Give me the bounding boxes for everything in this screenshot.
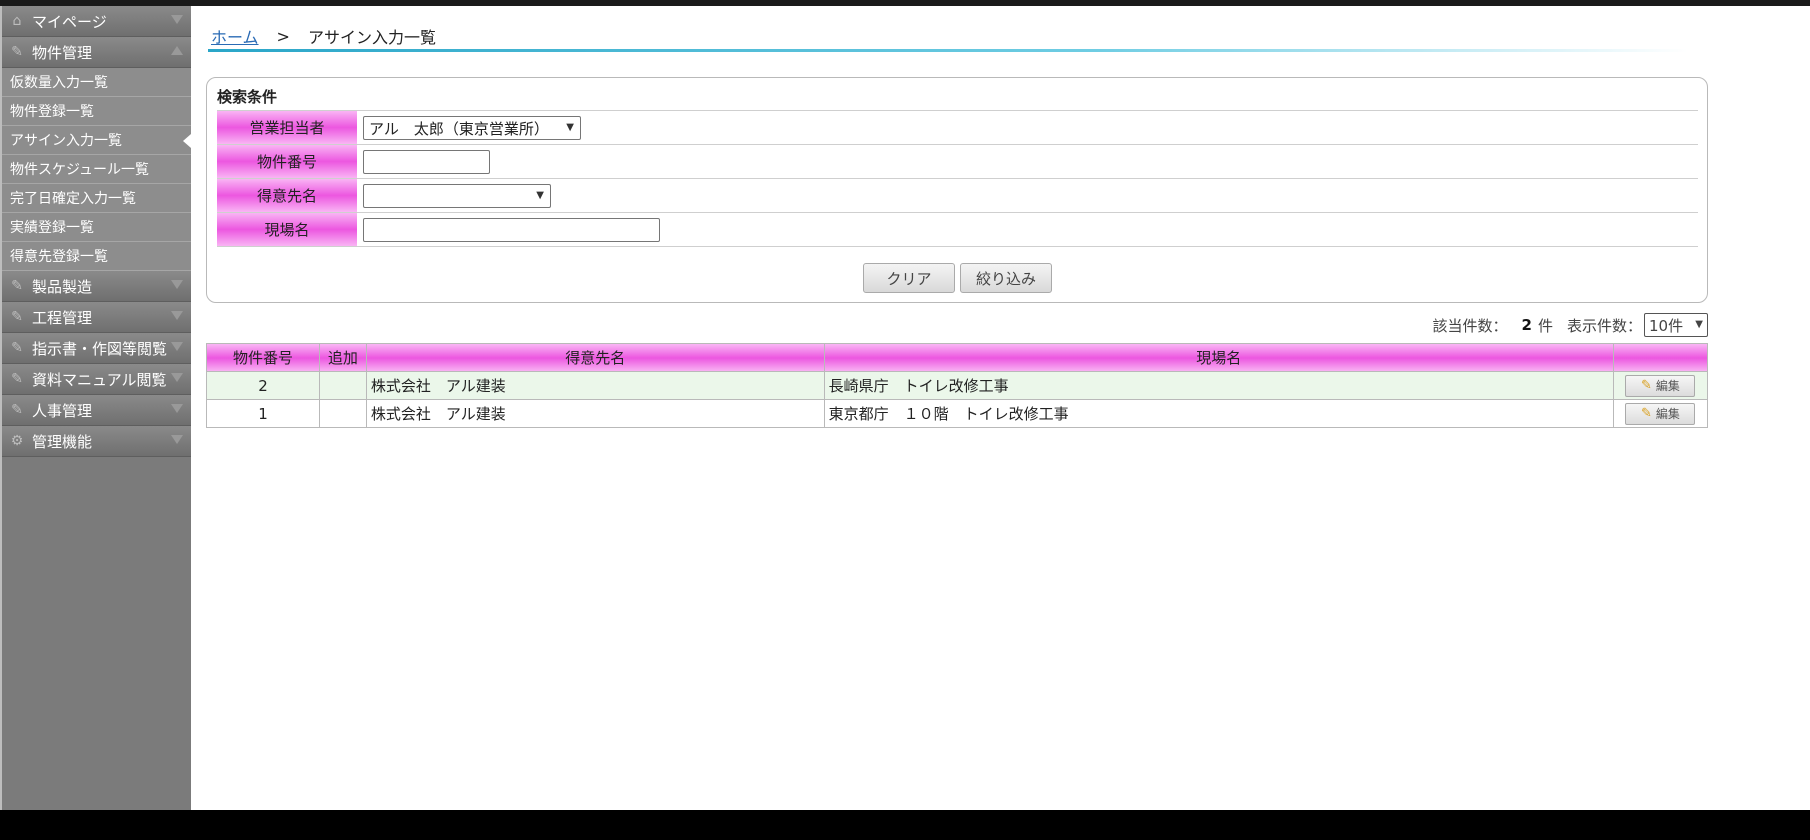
pencil-icon: ✎ xyxy=(11,278,23,294)
search-row-customer: 得意先名 ▼ xyxy=(217,178,1698,212)
sidebar-item-kotei[interactable]: ✎ 工程管理 xyxy=(2,302,191,333)
chevron-down-icon: ▼ xyxy=(566,122,574,133)
customer-select[interactable]: ▼ xyxy=(363,184,551,208)
sidebar: ⌂ マイページ ✎ 物件管理 仮数量入力一覧 物件登録一覧 アサイン入力一覧 物… xyxy=(0,6,191,810)
chevron-down-icon xyxy=(171,280,183,289)
sidebar-item-label: 物件管理 xyxy=(32,43,93,62)
sidebar-item-kanri[interactable]: ⚙ 管理機能 xyxy=(2,426,191,457)
cell-add xyxy=(318,399,367,428)
count-unit: 件 xyxy=(1537,316,1553,335)
number-label: 物件番号 xyxy=(217,145,357,178)
pencil-icon: ✎ xyxy=(11,371,23,387)
clear-button[interactable]: クリア xyxy=(863,263,955,293)
sales-label: 営業担当者 xyxy=(217,111,357,144)
cell-site: 東京都庁 １０階 トイレ改修工事 xyxy=(823,399,1614,428)
header-edit xyxy=(1612,343,1709,372)
chevron-down-icon: ▼ xyxy=(536,190,544,201)
filter-button[interactable]: 絞り込み xyxy=(960,263,1052,293)
sidebar-subitem-bukken-toroku[interactable]: 物件登録一覧 xyxy=(2,97,191,126)
chevron-down-icon xyxy=(171,404,183,413)
breadcrumb-underline xyxy=(208,49,1688,52)
search-row-number: 物件番号 xyxy=(217,144,1698,178)
breadcrumb-separator: > xyxy=(276,26,290,46)
sales-select-value: アル 太郎（東京営業所） xyxy=(369,119,549,138)
cell-number: 2 xyxy=(206,371,320,400)
cell-customer: 株式会社 アル建装 xyxy=(365,399,825,428)
table-row[interactable]: 2 株式会社 アル建装 長崎県庁 トイレ改修工事 ✎ 編集 xyxy=(206,371,1709,400)
sidebar-item-label: 指示書・作図等閲覧 xyxy=(32,339,168,358)
display-label: 表示件数： xyxy=(1566,316,1642,335)
sidebar-subitem-kanryo[interactable]: 完了日確定入力一覧 xyxy=(2,184,191,213)
chevron-down-icon xyxy=(171,311,183,320)
header-customer: 得意先名 xyxy=(365,343,825,372)
pencil-icon: ✎ xyxy=(1641,378,1652,393)
breadcrumb-current: アサイン入力一覧 xyxy=(307,28,436,47)
chevron-down-icon xyxy=(171,435,183,444)
display-count-value: 10件 xyxy=(1649,316,1684,335)
edit-button[interactable]: ✎ 編集 xyxy=(1625,374,1696,397)
sidebar-item-label: 工程管理 xyxy=(32,308,93,327)
edit-button[interactable]: ✎ 編集 xyxy=(1625,402,1696,425)
number-input[interactable] xyxy=(363,150,490,174)
sidebar-item-mypage[interactable]: ⌂ マイページ xyxy=(2,6,191,37)
sidebar-item-label: 資料マニュアル閲覧 xyxy=(32,370,167,389)
sidebar-item-label: マイページ xyxy=(32,12,107,31)
sidebar-item-jinji[interactable]: ✎ 人事管理 xyxy=(2,395,191,426)
count-value: 2 xyxy=(1521,316,1532,334)
display-count-select[interactable]: 10件 ▼ xyxy=(1644,313,1708,337)
site-input[interactable] xyxy=(363,218,660,242)
cell-edit: ✎ 編集 xyxy=(1612,399,1709,428)
results-table: 物件番号 追加 得意先名 現場名 2 株式会社 アル建装 長崎県庁 トイレ改修工… xyxy=(206,343,1709,428)
site-label: 現場名 xyxy=(217,213,357,246)
cell-customer: 株式会社 アル建装 xyxy=(365,371,825,400)
sidebar-subitem-schedule[interactable]: 物件スケジュール一覧 xyxy=(2,155,191,184)
chevron-down-icon xyxy=(171,15,183,24)
sidebar-item-shiryo[interactable]: ✎ 資料マニュアル閲覧 xyxy=(2,364,191,395)
top-bar xyxy=(0,0,1810,6)
cell-number: 1 xyxy=(206,399,320,428)
pencil-icon: ✎ xyxy=(1641,406,1652,421)
edit-label: 編集 xyxy=(1655,407,1680,421)
table-row[interactable]: 1 株式会社 アル建装 東京都庁 １０階 トイレ改修工事 ✎ 編集 xyxy=(206,399,1709,428)
header-number: 物件番号 xyxy=(206,343,320,372)
customer-label: 得意先名 xyxy=(217,179,357,212)
chevron-down-icon xyxy=(171,373,183,382)
result-count-area: 該当件数： 2 件 表示件数： 10件 ▼ xyxy=(1433,313,1708,337)
sidebar-subitem-tokuisaki[interactable]: 得意先登録一覧 xyxy=(2,242,191,271)
edit-label: 編集 xyxy=(1655,379,1680,393)
breadcrumb: ホーム > アサイン入力一覧 xyxy=(211,24,436,48)
sidebar-item-label: 人事管理 xyxy=(32,401,93,420)
sidebar-item-shijisho[interactable]: ✎ 指示書・作図等閲覧 xyxy=(2,333,191,364)
sales-select[interactable]: アル 太郎（東京営業所） ▼ xyxy=(363,116,581,140)
sidebar-item-label: 製品製造 xyxy=(32,277,93,296)
search-panel: 検索条件 営業担当者 アル 太郎（東京営業所） ▼ 物件番号 得意先名 ▼ 現場… xyxy=(206,77,1708,303)
home-icon: ⌂ xyxy=(12,13,22,29)
cell-add xyxy=(318,371,367,400)
sidebar-item-bukken[interactable]: ✎ 物件管理 xyxy=(2,37,191,68)
breadcrumb-home-link[interactable]: ホーム xyxy=(211,24,259,48)
pencil-icon: ✎ xyxy=(11,309,23,325)
count-label: 該当件数： xyxy=(1432,316,1508,335)
pencil-icon: ✎ xyxy=(11,44,23,60)
header-add: 追加 xyxy=(318,343,367,372)
sidebar-subitem-jisseki[interactable]: 実績登録一覧 xyxy=(2,213,191,242)
sidebar-item-seihin[interactable]: ✎ 製品製造 xyxy=(2,271,191,302)
gear-icon: ⚙ xyxy=(10,433,24,449)
pencil-icon: ✎ xyxy=(11,340,23,356)
header-site: 現場名 xyxy=(823,343,1614,372)
sidebar-item-label: 管理機能 xyxy=(32,432,93,451)
chevron-down-icon xyxy=(171,342,183,351)
chevron-up-icon xyxy=(171,46,183,55)
search-title: 検索条件 xyxy=(217,88,278,106)
bottom-bar xyxy=(0,810,1810,840)
chevron-down-icon: ▼ xyxy=(1695,319,1703,330)
cell-edit: ✎ 編集 xyxy=(1612,371,1709,400)
search-row-sales: 営業担当者 アル 太郎（東京営業所） ▼ xyxy=(217,110,1698,144)
sidebar-subitem-assign[interactable]: アサイン入力一覧 xyxy=(2,126,191,155)
pencil-icon: ✎ xyxy=(11,402,23,418)
cell-site: 長崎県庁 トイレ改修工事 xyxy=(823,371,1614,400)
search-row-site: 現場名 xyxy=(217,212,1698,247)
table-header-row: 物件番号 追加 得意先名 現場名 xyxy=(206,343,1709,372)
sidebar-subitem-karisuryo[interactable]: 仮数量入力一覧 xyxy=(2,68,191,97)
